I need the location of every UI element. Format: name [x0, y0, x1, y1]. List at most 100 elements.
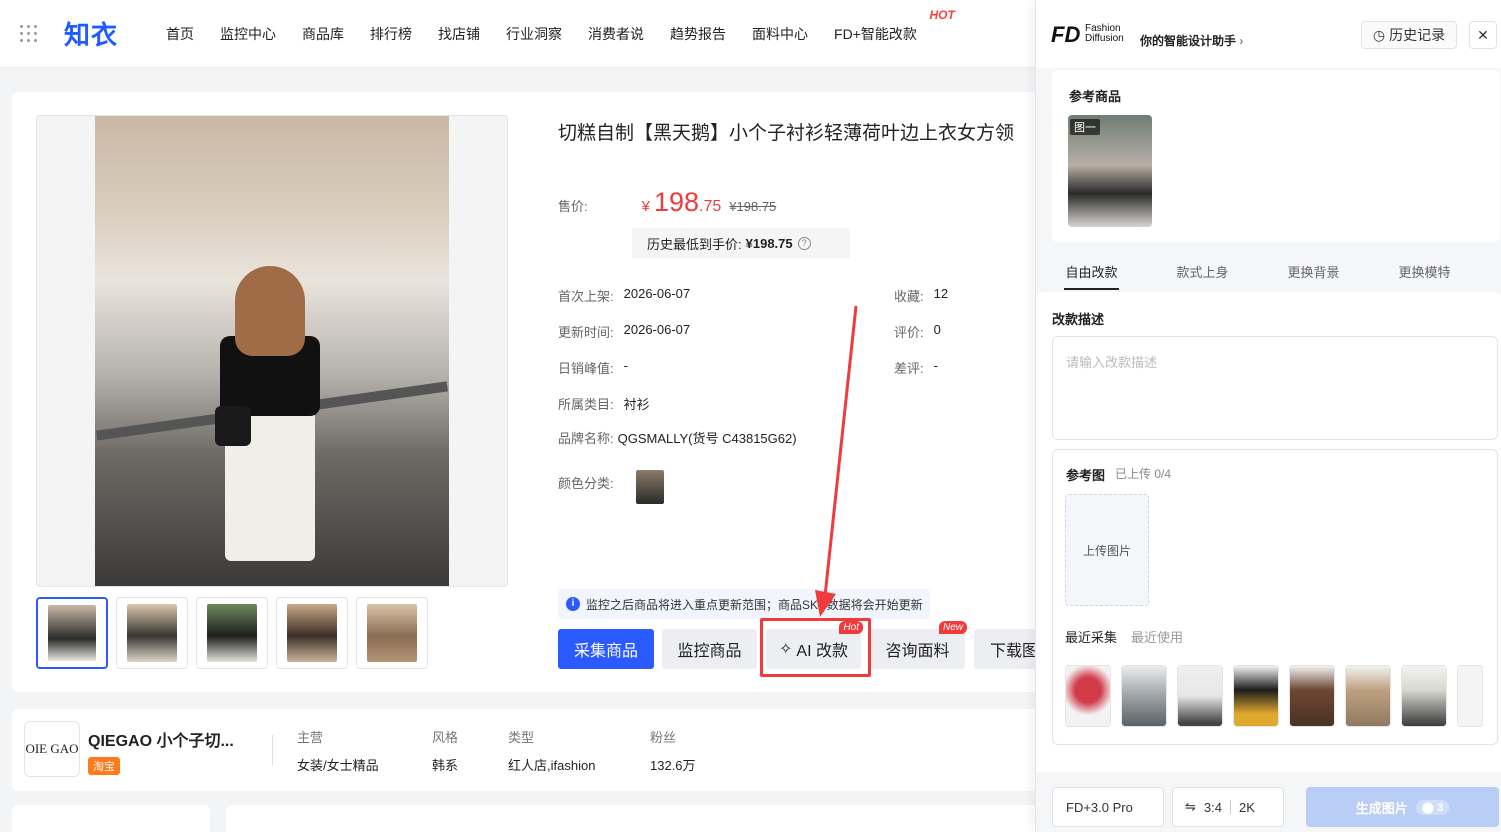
thumbnail[interactable] — [116, 597, 188, 669]
store-name[interactable]: QIEGAO 小个子切... — [88, 727, 234, 751]
recent-image[interactable] — [1121, 665, 1167, 727]
section-title: 改款描述 — [1052, 312, 1105, 327]
thumbnail[interactable] — [36, 597, 108, 669]
recent-image[interactable] — [1457, 665, 1483, 727]
nav-item-consumers[interactable]: 消费者说 — [578, 24, 660, 44]
recent-image[interactable] — [1177, 665, 1223, 727]
nav-item-home[interactable]: 首页 — [156, 24, 210, 44]
generate-label: 生成图片 — [1355, 800, 1408, 816]
upload-count: 已上传 0/4 — [1115, 467, 1172, 481]
store-field-value: 韩系 — [432, 758, 459, 773]
tab-recent-used[interactable]: 最近使用 — [1131, 627, 1183, 646]
resolution-value: 2K — [1238, 799, 1255, 815]
history-button-label: 历史记录 — [1389, 27, 1446, 43]
fabric-consult-button[interactable]: 咨询面料 New — [870, 621, 967, 669]
tab-recent-collected[interactable]: 最近采集 — [1065, 627, 1117, 646]
fd-logo-text: Fashion Diffusion — [1085, 24, 1124, 44]
redesign-description-input[interactable] — [1052, 336, 1498, 440]
clock-icon: ◷ — [1372, 26, 1386, 43]
store-field-key: 类型 — [508, 730, 535, 745]
bottom-card — [226, 805, 1042, 832]
reference-product-image[interactable]: 图一 — [1068, 115, 1152, 227]
thumbnail[interactable] — [196, 597, 268, 669]
monitor-button[interactable]: 监控商品 — [662, 629, 757, 669]
panel-slogan[interactable]: 你的智能设计助手 › — [1140, 32, 1243, 49]
history-button[interactable]: ◷ 历史记录 — [1361, 21, 1457, 49]
divider — [272, 735, 273, 765]
recent-image[interactable] — [1289, 665, 1335, 727]
nav-item-shops[interactable]: 找店铺 — [428, 24, 496, 44]
model-select[interactable]: FD+3.0 Pro — [1052, 787, 1164, 827]
color-swatch[interactable] — [636, 470, 664, 504]
product-photo — [95, 116, 449, 586]
recent-image[interactable] — [1401, 665, 1447, 727]
info-value: - — [933, 358, 938, 373]
collect-button[interactable]: 采集商品 — [558, 629, 654, 669]
apps-grid-icon[interactable] — [20, 24, 38, 43]
store-field-key: 粉丝 — [650, 730, 677, 745]
slogan-text: 你的智能设计助手 — [1140, 34, 1237, 48]
nav-item-products[interactable]: 商品库 — [292, 24, 360, 44]
notice-text: 监控之后商品将进入重点更新范围；商品SKU数据将会开始更新 — [586, 597, 923, 612]
ratio-value: 3:4 — [1203, 799, 1222, 815]
product-title: 切糕自制【黑天鹅】小个子衬衫轻薄荷叶边上衣女方领 — [558, 123, 1015, 144]
close-icon[interactable]: ✕ — [1469, 21, 1497, 49]
info-key: 品牌名称: — [558, 431, 614, 446]
store-field-key: 风格 — [432, 730, 459, 745]
info-category: 所属类目: 衬衫 — [558, 394, 650, 413]
section-title: 参考图 — [1066, 468, 1106, 483]
info-value: 2026-06-07 — [623, 286, 691, 301]
nav-item-trends[interactable]: 趋势报告 — [660, 24, 742, 44]
credit-count: ⬤ 3 — [1415, 799, 1450, 815]
platform-badge: 淘宝 — [88, 757, 120, 775]
price-integer: 198 — [653, 187, 700, 217]
tab-change-background[interactable]: 更换背景 — [1258, 250, 1369, 290]
fd-logo-line: Diffusion — [1085, 33, 1124, 44]
reference-images-section: 参考图 已上传 0/4 上传图片 最近采集 最近使用 — [1052, 449, 1498, 745]
new-badge: New — [938, 621, 967, 634]
recent-image[interactable] — [1233, 665, 1279, 727]
nav-item-fabric[interactable]: 面料中心 — [742, 24, 824, 44]
nav-item-fd-ai[interactable]: FD+智能改款 HOT — [824, 8, 955, 44]
info-key: 差评: — [894, 361, 924, 376]
tab-style-try-on[interactable]: 款式上身 — [1147, 250, 1258, 290]
mode-tabs: 自由改款 款式上身 更换背景 更换模特 — [1036, 250, 1501, 290]
price-label: 售价: — [558, 199, 588, 214]
info-value: QGSMALLY(货号 C43815G62) — [617, 431, 797, 446]
nav-item-ranking[interactable]: 排行榜 — [360, 24, 428, 44]
tab-free-redesign[interactable]: 自由改款 — [1036, 250, 1147, 290]
store-field-value: 女装/女士精品 — [297, 758, 379, 773]
nav-item-insights[interactable]: 行业洞察 — [496, 24, 578, 44]
store-logo[interactable]: OIE GAO — [24, 721, 80, 777]
ratio-resolution-select[interactable]: ⇋ 3:4 2K — [1172, 787, 1284, 827]
info-updated: 更新时间: 2026-06-07 — [558, 322, 690, 341]
store-field-value: 红人店,ifashion — [508, 758, 596, 773]
product-card: 切糕自制【黑天鹅】小个子衬衫轻薄荷叶边上衣女方领 售价: ¥ 198 .75 ¥… — [12, 92, 1042, 692]
info-key: 评价: — [894, 325, 924, 340]
generate-image-button[interactable]: 生成图片 ⬤ 3 — [1306, 787, 1499, 827]
info-brand: 品牌名称: QGSMALLY(货号 C43815G62) — [558, 428, 797, 447]
info-key: 收藏: — [894, 289, 924, 304]
fabric-consult-label: 咨询面料 — [885, 643, 950, 660]
info-reviews: 评价: 0 — [894, 322, 941, 341]
help-icon[interactable]: ? — [797, 236, 811, 250]
tab-change-model[interactable]: 更换模特 — [1369, 250, 1480, 290]
ai-assistant-panel: FD Fashion Diffusion 你的智能设计助手 › ◷ 历史记录 ✕… — [1035, 0, 1501, 832]
panel-header: FD Fashion Diffusion 你的智能设计助手 › ◷ 历史记录 ✕ — [1036, 0, 1501, 68]
product-main-image[interactable] — [36, 115, 508, 587]
recent-image[interactable] — [1345, 665, 1391, 727]
thumbnail[interactable] — [356, 597, 428, 669]
monitor-notice: i 监控之后商品将进入重点更新范围；商品SKU数据将会开始更新 — [558, 589, 930, 619]
info-key: 日销峰值: — [558, 361, 614, 376]
recent-images — [1065, 665, 1483, 727]
nav-item-monitor[interactable]: 监控中心 — [210, 24, 292, 44]
site-logo[interactable]: 知衣 — [64, 15, 118, 52]
upload-image-button[interactable]: 上传图片 — [1065, 494, 1149, 606]
thumbnail[interactable] — [276, 597, 348, 669]
info-icon: i — [566, 597, 580, 611]
recent-image[interactable] — [1065, 665, 1111, 727]
download-image-button[interactable]: 下载图 — [974, 629, 1042, 669]
chevron-right-icon: › — [1239, 34, 1244, 48]
info-key: 更新时间: — [558, 325, 614, 340]
nav-item-fd-ai-label: FD+智能改款 — [834, 25, 917, 42]
